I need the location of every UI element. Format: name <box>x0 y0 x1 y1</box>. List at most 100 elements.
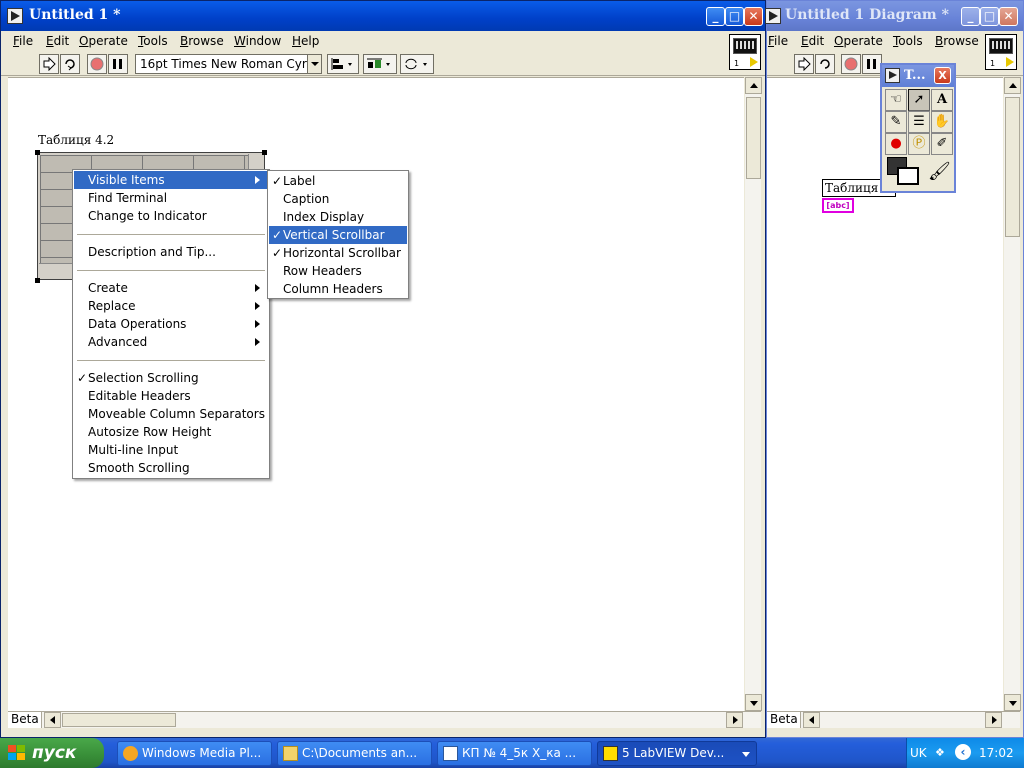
font-ring[interactable]: 16pt Times New Roman Cyr <box>135 54 322 74</box>
diagram-scroll-right-button[interactable] <box>985 712 1002 728</box>
menu-item-create[interactable]: Create <box>74 279 268 297</box>
menu-item-change-to-indicator[interactable]: Change to Indicator <box>74 207 268 225</box>
background-color-swatch[interactable] <box>897 167 919 185</box>
selection-handle[interactable] <box>35 278 40 283</box>
diagram-maximize-button[interactable]: □ <box>980 7 999 26</box>
diagram-menu-browse[interactable]: Browse <box>935 34 979 48</box>
diagram-pause-button[interactable] <box>862 54 882 74</box>
taskbar-item-word[interactable]: КП № 4_5к Х_ка ... <box>437 741 592 766</box>
menu-item-moveable-column-separators[interactable]: Moveable Column Separators <box>74 405 268 423</box>
diagram-menu-tools[interactable]: Tools <box>893 34 923 48</box>
set-color-icon[interactable] <box>885 155 925 189</box>
front-panel-horizontal-scrollbar[interactable]: Beta <box>8 711 761 728</box>
diagram-close-button[interactable]: ✕ <box>999 7 1018 26</box>
menu-edit[interactable]: Edit <box>46 34 69 48</box>
diagram-abort-button[interactable] <box>841 54 861 74</box>
close-button[interactable]: ✕ <box>744 7 763 26</box>
diagram-menu-operate[interactable]: Operate <box>834 34 883 48</box>
diagram-horizontal-scrollbar[interactable]: Beta <box>767 711 1020 728</box>
chevron-down-icon[interactable] <box>742 752 750 757</box>
run-button[interactable] <box>39 54 59 74</box>
menu-help[interactable]: Help <box>292 34 319 48</box>
string-terminal[interactable]: [abc] <box>822 198 854 213</box>
diagram-minimize-button[interactable]: _ <box>961 7 980 26</box>
diagram-vertical-scrollbar[interactable] <box>1003 77 1021 711</box>
diagram-vi-connector-icon[interactable]: 1 <box>985 34 1017 70</box>
position-arrow-icon[interactable]: ➚ <box>908 89 930 111</box>
color-copy-icon[interactable]: ✐ <box>931 133 953 155</box>
scroll-up-button[interactable] <box>745 77 762 94</box>
distribute-objects-ring[interactable] <box>363 54 397 74</box>
connect-wire-icon[interactable]: ✎ <box>885 111 907 133</box>
network-icon[interactable]: ❖ <box>935 746 945 759</box>
menu-item-find-terminal[interactable]: Find Terminal <box>74 189 268 207</box>
menu-item-autosize-row-height[interactable]: Autosize Row Height <box>74 423 268 441</box>
reorder-ring[interactable] <box>400 54 434 74</box>
menu-operate[interactable]: Operate <box>79 34 128 48</box>
diagram-scroll-down-button[interactable] <box>1004 694 1021 711</box>
diagram-scroll-up-button[interactable] <box>1004 77 1021 94</box>
menu-item-smooth-scrolling[interactable]: Smooth Scrolling <box>74 459 268 477</box>
menu-item-multi-line-input[interactable]: Multi-line Input <box>74 441 268 459</box>
submenu-item-label[interactable]: ✓ Label <box>269 172 407 190</box>
scroll-hand-icon[interactable]: ✋ <box>931 111 953 133</box>
diagram-scroll-left-button[interactable] <box>803 712 820 728</box>
taskbar-item-media-player[interactable]: Windows Media Pl... <box>117 741 272 766</box>
diagram-menu-edit[interactable]: Edit <box>801 34 824 48</box>
probe-icon[interactable]: Ⓟ <box>908 133 930 155</box>
diagram-titlebar[interactable]: Untitled 1 Diagram * _ □ ✕ <box>765 1 1023 31</box>
tools-palette-close-button[interactable]: X <box>934 67 951 84</box>
submenu-item-horizontal-scrollbar[interactable]: ✓ Horizontal Scrollbar <box>269 244 407 262</box>
menu-window[interactable]: Window <box>234 34 281 48</box>
selection-handle[interactable] <box>35 150 40 155</box>
start-button[interactable]: пуск <box>0 738 104 768</box>
scroll-thumb[interactable] <box>746 97 761 179</box>
selection-handle[interactable] <box>262 150 267 155</box>
menu-file[interactable]: File <box>13 34 33 48</box>
taskbar-item-explorer[interactable]: C:\Documents an... <box>277 741 432 766</box>
scroll-right-button[interactable] <box>726 712 743 728</box>
menu-item-visible-items[interactable]: Visible Items <box>74 171 268 189</box>
paint-brush-icon[interactable]: 🖌 <box>928 161 951 182</box>
align-objects-ring[interactable] <box>327 54 359 74</box>
scroll-left-button[interactable] <box>44 712 61 728</box>
table-label[interactable]: Таблиця 4.2 <box>38 133 114 147</box>
submenu-item-caption[interactable]: Caption <box>269 190 407 208</box>
front-panel-titlebar[interactable]: Untitled 1 * _ □ ✕ <box>1 1 765 31</box>
operate-hand-icon[interactable]: ☜ <box>885 89 907 111</box>
horizontal-scroll-thumb[interactable] <box>62 713 176 727</box>
abort-button[interactable] <box>87 54 107 74</box>
menu-item-advanced[interactable]: Advanced <box>74 333 268 351</box>
tools-palette-titlebar[interactable]: T... X <box>882 65 954 87</box>
scroll-down-button[interactable] <box>745 694 762 711</box>
front-panel-vertical-scrollbar[interactable] <box>744 77 762 711</box>
diagram-run-button[interactable] <box>794 54 814 74</box>
edit-text-icon[interactable]: A <box>931 89 953 111</box>
menu-item-description-and-tip[interactable]: Description and Tip... <box>74 243 268 261</box>
menu-item-selection-scrolling[interactable]: ✓ Selection Scrolling <box>74 369 268 387</box>
menu-tools[interactable]: Tools <box>138 34 168 48</box>
submenu-item-vertical-scrollbar[interactable]: ✓ Vertical Scrollbar <box>269 226 407 244</box>
language-indicator[interactable]: UK <box>910 746 927 760</box>
menu-item-data-operations[interactable]: Data Operations <box>74 315 268 333</box>
labview-diagram-icon[interactable] <box>765 8 781 24</box>
maximize-button[interactable]: □ <box>725 7 744 26</box>
run-continuously-button[interactable] <box>60 54 80 74</box>
submenu-item-column-headers[interactable]: Column Headers <box>269 280 407 298</box>
taskbar-item-labview[interactable]: 5 LabVIEW Dev... <box>597 741 757 766</box>
pause-button[interactable] <box>108 54 128 74</box>
tray-expand-icon[interactable]: ‹ <box>955 744 971 760</box>
submenu-item-index-display[interactable]: Index Display <box>269 208 407 226</box>
diagram-scroll-thumb[interactable] <box>1005 97 1020 237</box>
labview-vi-icon[interactable] <box>7 8 23 24</box>
menu-browse[interactable]: Browse <box>180 34 224 48</box>
submenu-item-row-headers[interactable]: Row Headers <box>269 262 407 280</box>
menu-item-replace[interactable]: Replace <box>74 297 268 315</box>
object-shortcut-menu-icon[interactable]: ☰ <box>908 111 930 133</box>
menu-item-editable-headers[interactable]: Editable Headers <box>74 387 268 405</box>
clock[interactable]: 17:02 <box>979 746 1014 760</box>
breakpoint-icon[interactable]: ● <box>885 133 907 155</box>
minimize-button[interactable]: _ <box>706 7 725 26</box>
diagram-run-continuously-button[interactable] <box>815 54 835 74</box>
vi-connector-icon[interactable]: 1 <box>729 34 761 70</box>
